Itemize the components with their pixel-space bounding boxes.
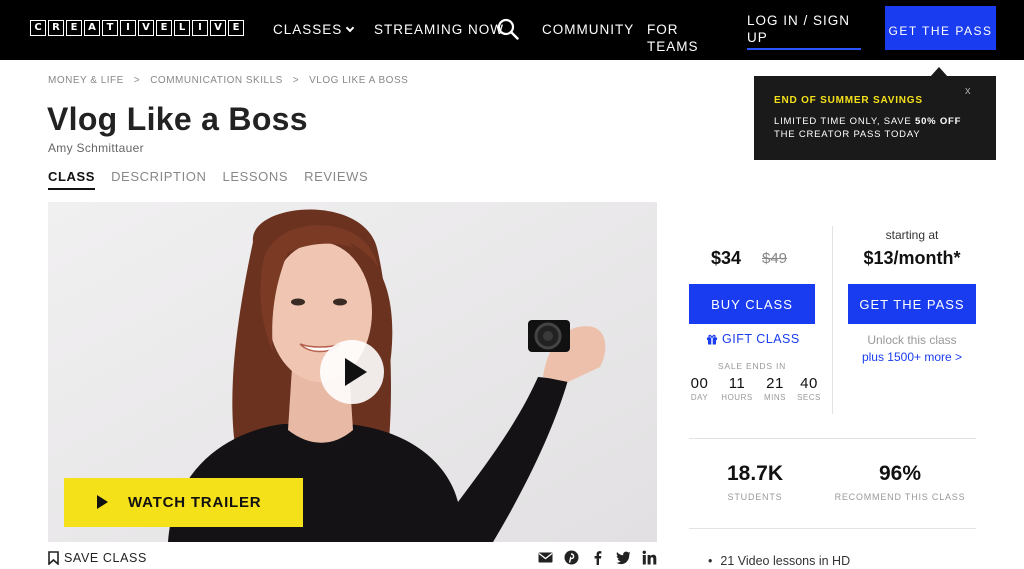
breadcrumb-separator: > (133, 75, 141, 86)
promo-text-part: LIMITED TIME ONLY, SAVE (774, 116, 915, 127)
nav-classes-label: CLASSES (273, 22, 343, 37)
promo-title: END OF SUMMER SAVINGS (774, 95, 923, 106)
sale-ends-label: SALE ENDS IN (717, 361, 787, 371)
nav-for-teams[interactable]: FOR TEAMS (647, 21, 707, 55)
feature-item: 21 Video lessons in HD (708, 554, 850, 568)
creativelive-logo[interactable]: C R E A T I V E L I V E (30, 20, 244, 36)
countdown-value: 00 (690, 375, 709, 392)
tab-class[interactable]: CLASS (48, 169, 96, 190)
logo-letter: V (138, 20, 154, 36)
facebook-icon[interactable] (590, 550, 605, 565)
course-tabs: CLASS DESCRIPTION LESSONS REVIEWS (48, 169, 368, 190)
recommend-stat: 96% RECOMMEND THIS CLASS (830, 462, 970, 502)
students-label: STUDENTS (727, 492, 783, 502)
logo-letter: R (48, 20, 64, 36)
watch-trailer-button[interactable]: WATCH TRAILER (64, 478, 303, 527)
countdown-secs: 40 SECS (795, 375, 823, 402)
page-title: Vlog Like a Boss (47, 101, 308, 137)
nav-classes-menu[interactable]: CLASSES (273, 21, 355, 38)
tab-reviews[interactable]: REVIEWS (304, 169, 368, 190)
logo-letter: E (156, 20, 172, 36)
chevron-down-icon (346, 23, 355, 33)
countdown-value: 40 (800, 375, 818, 392)
tab-lessons[interactable]: LESSONS (223, 169, 289, 190)
save-class-button[interactable]: SAVE CLASS (48, 551, 147, 565)
instructor-name: Amy Schmittauer (48, 141, 144, 155)
promo-banner: END OF SUMMER SAVINGS LIMITED TIME ONLY,… (754, 76, 996, 160)
get-the-pass-button[interactable]: GET THE PASS (885, 6, 996, 50)
unlock-class-text: Unlock this class (867, 333, 957, 347)
search-icon[interactable] (497, 18, 519, 40)
logo-letter: I (192, 20, 208, 36)
recommend-label: RECOMMEND THIS CLASS (834, 492, 966, 502)
countdown-mins: 21 MINS (761, 375, 789, 402)
countdown-hours: 11 HOURS (719, 375, 755, 402)
logo-letter: T (102, 20, 118, 36)
starting-at-label: starting at (885, 228, 939, 242)
logo-letter: V (210, 20, 226, 36)
countdown-days: 00 DAY (687, 375, 712, 402)
pass-price: $13/month* (863, 248, 961, 268)
logo-letter: E (66, 20, 82, 36)
class-price: $34 (711, 248, 742, 268)
share-links (538, 550, 657, 565)
logo-letter: A (84, 20, 100, 36)
recommend-value: 96% (878, 462, 922, 485)
logo-letter: C (30, 20, 46, 36)
logo-letter: I (120, 20, 136, 36)
countdown-unit: DAY (690, 393, 709, 402)
students-stat: 18.7K STUDENTS (705, 462, 805, 502)
plus-more-link[interactable]: plus 1500+ more > (848, 350, 976, 364)
promo-text: LIMITED TIME ONLY, SAVE 50% OFF THE CREA… (774, 115, 974, 141)
countdown-unit: SECS (797, 393, 821, 402)
panel-divider (832, 226, 833, 414)
gift-class-link[interactable]: GIFT CLASS (706, 332, 800, 346)
top-nav: C R E A T I V E L I V E CLASSES STREAMIN… (0, 0, 1024, 60)
breadcrumb-separator: > (292, 75, 300, 86)
logo-letter: L (174, 20, 190, 36)
divider (689, 528, 976, 529)
email-icon[interactable] (538, 550, 553, 565)
students-count: 18.7K (726, 462, 784, 485)
play-icon (97, 495, 108, 509)
breadcrumb: MONEY & LIFE > COMMUNICATION SKILLS > VL… (48, 75, 408, 86)
buy-class-button[interactable]: BUY CLASS (689, 284, 815, 324)
tab-description[interactable]: DESCRIPTION (111, 169, 206, 190)
divider (689, 438, 976, 439)
pinterest-icon[interactable] (564, 550, 579, 565)
watch-trailer-label: WATCH TRAILER (128, 494, 262, 511)
bookmark-icon (48, 551, 59, 565)
countdown-value: 11 (728, 375, 746, 392)
nav-community[interactable]: COMMUNITY (542, 21, 634, 38)
breadcrumb-money-life[interactable]: MONEY & LIFE (48, 75, 124, 86)
countdown-value: 21 (766, 375, 784, 392)
breadcrumb-communication-skills[interactable]: COMMUNICATION SKILLS (150, 75, 283, 86)
original-price: $49 (762, 250, 788, 267)
get-the-pass-panel-button[interactable]: GET THE PASS (848, 284, 976, 324)
gift-class-label: GIFT CLASS (722, 332, 800, 346)
video-player[interactable]: WATCH TRAILER (48, 202, 657, 542)
close-icon[interactable]: x (965, 85, 971, 97)
play-icon (345, 358, 367, 386)
save-class-label: SAVE CLASS (64, 551, 147, 565)
logo-letter: E (228, 20, 244, 36)
countdown-unit: HOURS (721, 393, 753, 402)
nav-streaming-now[interactable]: STREAMING NOW (374, 21, 504, 38)
promo-text-part: THE CREATOR PASS TODAY (774, 129, 921, 140)
twitter-icon[interactable] (616, 550, 631, 565)
login-signup-link[interactable]: LOG IN / SIGN UP (747, 12, 861, 50)
gift-icon (707, 334, 717, 345)
breadcrumb-current[interactable]: VLOG LIKE A BOSS (309, 75, 408, 86)
linkedin-icon[interactable] (642, 550, 657, 565)
countdown-unit: MINS (764, 393, 786, 402)
play-button[interactable] (320, 340, 384, 404)
promo-discount: 50% OFF (914, 116, 962, 127)
